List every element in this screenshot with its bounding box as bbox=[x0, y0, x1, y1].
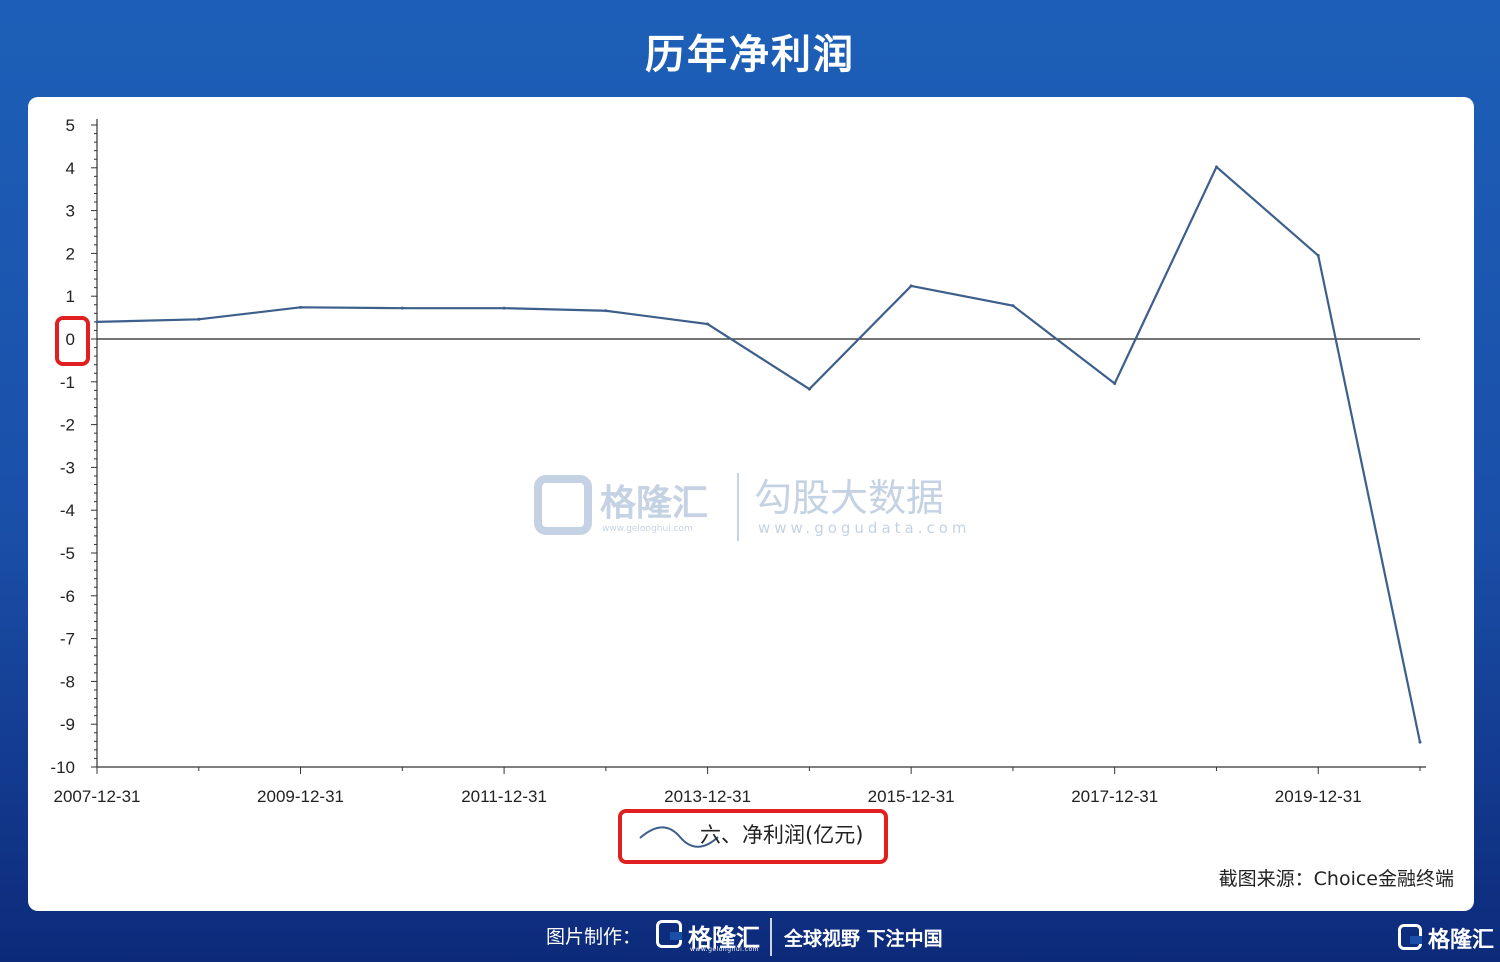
legend: 六、净利润(亿元) bbox=[618, 809, 888, 864]
y-tick-label: -7 bbox=[60, 630, 75, 649]
y-tick-label: 2 bbox=[66, 244, 75, 263]
y-tick-label: -3 bbox=[60, 458, 75, 477]
y-tick-label: 3 bbox=[66, 202, 75, 221]
corner-logo-icon bbox=[1398, 924, 1422, 950]
chart-card: 格隆汇 www.gelonghui.com 勾股大数据 www.gogudata… bbox=[28, 97, 1474, 911]
data-point bbox=[604, 309, 608, 313]
footer: 图片制作： 格隆汇 www.gelonghui.com 全球视野 下注中国 格隆… bbox=[0, 918, 1500, 958]
source-note: 截图来源：Choice金融终端 bbox=[1218, 868, 1454, 890]
data-point bbox=[1214, 165, 1218, 169]
x-tick-label: 2013-12-31 bbox=[664, 787, 751, 806]
y-tick-label: -9 bbox=[60, 715, 75, 734]
y-tick-label: -10 bbox=[50, 758, 75, 777]
x-tick-label: 2015-12-31 bbox=[868, 787, 955, 806]
footer-divider bbox=[770, 918, 772, 956]
page-title: 历年净利润 bbox=[645, 32, 855, 78]
data-point bbox=[299, 305, 303, 309]
x-tick-label: 2017-12-31 bbox=[1071, 787, 1158, 806]
watermark: 格隆汇 www.gelonghui.com 勾股大数据 www.gogudata… bbox=[534, 473, 971, 541]
y-tick-label: 0 bbox=[66, 330, 75, 349]
data-point bbox=[502, 306, 506, 310]
footer-brand-url: www.gelonghui.com bbox=[690, 946, 760, 953]
x-tick-label: 2019-12-31 bbox=[1275, 787, 1362, 806]
data-point bbox=[1011, 304, 1015, 308]
data-point bbox=[1113, 382, 1117, 386]
x-tick-label: 2007-12-31 bbox=[54, 787, 141, 806]
footer-logo-icon bbox=[656, 920, 682, 948]
y-tick-label: 5 bbox=[66, 116, 75, 135]
y-tick-label: 4 bbox=[66, 159, 75, 178]
footer-slogan: 全球视野 下注中国 bbox=[784, 928, 943, 950]
net-profit-line-chart: 格隆汇 www.gelonghui.com 勾股大数据 www.gogudata… bbox=[50, 116, 1426, 864]
credit-label: 图片制作： bbox=[546, 926, 642, 948]
watermark-logo-icon bbox=[534, 475, 592, 535]
watermark-brand: 格隆汇 bbox=[600, 483, 708, 524]
y-tick-label: 1 bbox=[66, 287, 75, 306]
data-point bbox=[400, 306, 404, 310]
data-point bbox=[909, 284, 913, 288]
watermark-data-url: www.gogudata.com bbox=[758, 519, 971, 537]
y-tick-label: -1 bbox=[60, 373, 75, 392]
data-point bbox=[95, 320, 99, 324]
y-tick-label: -8 bbox=[60, 672, 75, 691]
watermark-brand-url: www.gelonghui.com bbox=[602, 524, 693, 534]
data-point bbox=[197, 317, 201, 321]
net-profit-series-line bbox=[96, 165, 1422, 743]
data-point bbox=[807, 387, 811, 391]
legend-label: 六、净利润(亿元) bbox=[700, 823, 863, 847]
y-tick-label: -2 bbox=[60, 416, 75, 435]
y-tick-label: -5 bbox=[60, 544, 75, 563]
y-tick-label: -6 bbox=[60, 587, 75, 606]
data-point bbox=[1316, 254, 1320, 258]
data-point bbox=[706, 322, 710, 326]
y-tick-label: -4 bbox=[60, 501, 75, 520]
x-tick-label: 2011-12-31 bbox=[461, 787, 547, 806]
data-point bbox=[1418, 740, 1422, 744]
x-tick-label: 2009-12-31 bbox=[257, 787, 344, 806]
corner-brand: 格隆汇 bbox=[1428, 928, 1495, 953]
watermark-data-brand: 勾股大数据 bbox=[754, 476, 944, 520]
